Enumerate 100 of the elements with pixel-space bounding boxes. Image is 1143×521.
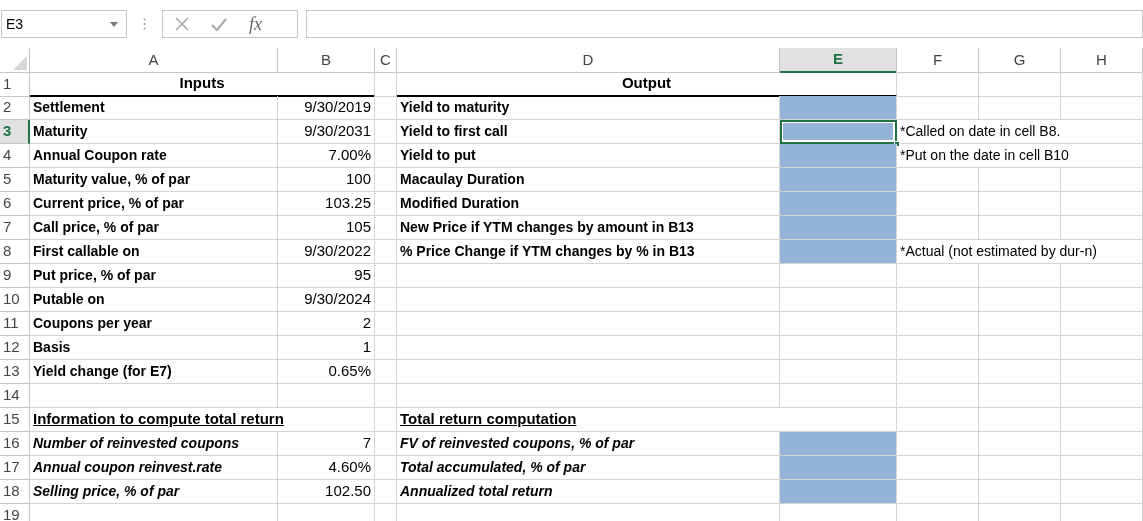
- column-header[interactable]: D: [397, 48, 780, 73]
- empty-cell[interactable]: [375, 408, 397, 432]
- empty-cell[interactable]: [375, 288, 397, 312]
- row-header[interactable]: 8: [0, 240, 30, 264]
- output-cell[interactable]: [780, 456, 897, 480]
- empty-cell[interactable]: [397, 360, 780, 384]
- row-header[interactable]: 7: [0, 216, 30, 240]
- row-header[interactable]: 15: [0, 408, 30, 432]
- empty-cell[interactable]: [897, 264, 979, 288]
- empty-cell[interactable]: [375, 72, 397, 97]
- empty-cell[interactable]: [375, 144, 397, 168]
- select-all-icon[interactable]: [13, 55, 27, 70]
- empty-cell[interactable]: [979, 216, 1061, 240]
- insert-function-button[interactable]: fx: [249, 15, 262, 33]
- empty-cell[interactable]: [1061, 312, 1143, 336]
- empty-cell[interactable]: [375, 480, 397, 504]
- column-header[interactable]: E: [780, 48, 897, 73]
- row-header[interactable]: 13: [0, 360, 30, 384]
- row-header[interactable]: 16: [0, 432, 30, 456]
- check-icon[interactable]: [211, 17, 227, 31]
- empty-cell[interactable]: [979, 192, 1061, 216]
- row-header[interactable]: 17: [0, 456, 30, 480]
- empty-cell[interactable]: [397, 264, 780, 288]
- empty-cell[interactable]: [979, 456, 1061, 480]
- output-cell[interactable]: [780, 96, 897, 120]
- empty-cell[interactable]: [979, 96, 1061, 120]
- empty-cell[interactable]: [397, 384, 780, 408]
- empty-cell[interactable]: [780, 336, 897, 360]
- row-header[interactable]: 9: [0, 264, 30, 288]
- output-cell[interactable]: [780, 192, 897, 216]
- output-cell[interactable]: [780, 480, 897, 504]
- row-header[interactable]: 6: [0, 192, 30, 216]
- row-header[interactable]: 18: [0, 480, 30, 504]
- empty-cell[interactable]: [897, 360, 979, 384]
- empty-cell[interactable]: [979, 264, 1061, 288]
- empty-cell[interactable]: [375, 96, 397, 120]
- empty-cell[interactable]: [1061, 456, 1143, 480]
- empty-cell[interactable]: [397, 336, 780, 360]
- empty-cell[interactable]: [397, 312, 780, 336]
- empty-cell[interactable]: [979, 312, 1061, 336]
- empty-cell[interactable]: [375, 192, 397, 216]
- empty-cell[interactable]: [897, 384, 979, 408]
- empty-cell[interactable]: [375, 216, 397, 240]
- empty-cell[interactable]: [1061, 408, 1143, 432]
- row-header[interactable]: 14: [0, 384, 30, 408]
- empty-cell[interactable]: [979, 168, 1061, 192]
- empty-cell[interactable]: [897, 72, 979, 97]
- empty-cell[interactable]: [397, 288, 780, 312]
- empty-cell[interactable]: [1061, 192, 1143, 216]
- column-header[interactable]: C: [375, 48, 397, 73]
- row-header[interactable]: 12: [0, 336, 30, 360]
- empty-cell[interactable]: [979, 432, 1061, 456]
- empty-cell[interactable]: [375, 336, 397, 360]
- row-header[interactable]: 4: [0, 144, 30, 168]
- empty-cell[interactable]: [897, 288, 979, 312]
- empty-cell[interactable]: [375, 168, 397, 192]
- column-header[interactable]: H: [1061, 48, 1143, 73]
- empty-cell[interactable]: [780, 384, 897, 408]
- row-header[interactable]: 10: [0, 288, 30, 312]
- empty-cell[interactable]: [30, 384, 278, 408]
- empty-cell[interactable]: [375, 456, 397, 480]
- empty-cell[interactable]: [979, 360, 1061, 384]
- column-header[interactable]: G: [979, 48, 1061, 73]
- empty-cell[interactable]: [979, 288, 1061, 312]
- empty-cell[interactable]: [375, 120, 397, 144]
- empty-cell[interactable]: [1061, 216, 1143, 240]
- output-cell[interactable]: [780, 216, 897, 240]
- column-header[interactable]: F: [897, 48, 979, 73]
- name-box[interactable]: E3: [1, 10, 127, 38]
- output-cell[interactable]: [780, 240, 897, 264]
- empty-cell[interactable]: [897, 336, 979, 360]
- empty-cell[interactable]: [979, 336, 1061, 360]
- empty-cell[interactable]: [979, 384, 1061, 408]
- empty-cell[interactable]: [375, 240, 397, 264]
- empty-cell[interactable]: [1061, 336, 1143, 360]
- empty-cell[interactable]: [1061, 480, 1143, 504]
- empty-cell[interactable]: [1061, 360, 1143, 384]
- empty-cell[interactable]: [375, 432, 397, 456]
- cancel-icon[interactable]: [175, 17, 189, 31]
- empty-cell[interactable]: [780, 264, 897, 288]
- active-cell[interactable]: [780, 120, 897, 144]
- empty-cell[interactable]: [1061, 288, 1143, 312]
- empty-cell[interactable]: [1061, 96, 1143, 120]
- empty-cell[interactable]: [375, 360, 397, 384]
- empty-cell[interactable]: [979, 72, 1061, 97]
- row-header[interactable]: 1: [0, 72, 30, 97]
- empty-cell[interactable]: [897, 408, 979, 432]
- output-cell[interactable]: [780, 168, 897, 192]
- row-header[interactable]: 19: [0, 504, 30, 521]
- output-cell[interactable]: [780, 144, 897, 168]
- row-header[interactable]: 5: [0, 168, 30, 192]
- empty-cell[interactable]: [1061, 72, 1143, 97]
- empty-cell[interactable]: [278, 384, 375, 408]
- output-cell[interactable]: [780, 432, 897, 456]
- empty-cell[interactable]: [1061, 264, 1143, 288]
- empty-cell[interactable]: [780, 288, 897, 312]
- column-header[interactable]: B: [278, 48, 375, 73]
- empty-cell[interactable]: [979, 408, 1061, 432]
- empty-cell[interactable]: [780, 312, 897, 336]
- empty-cell[interactable]: [375, 312, 397, 336]
